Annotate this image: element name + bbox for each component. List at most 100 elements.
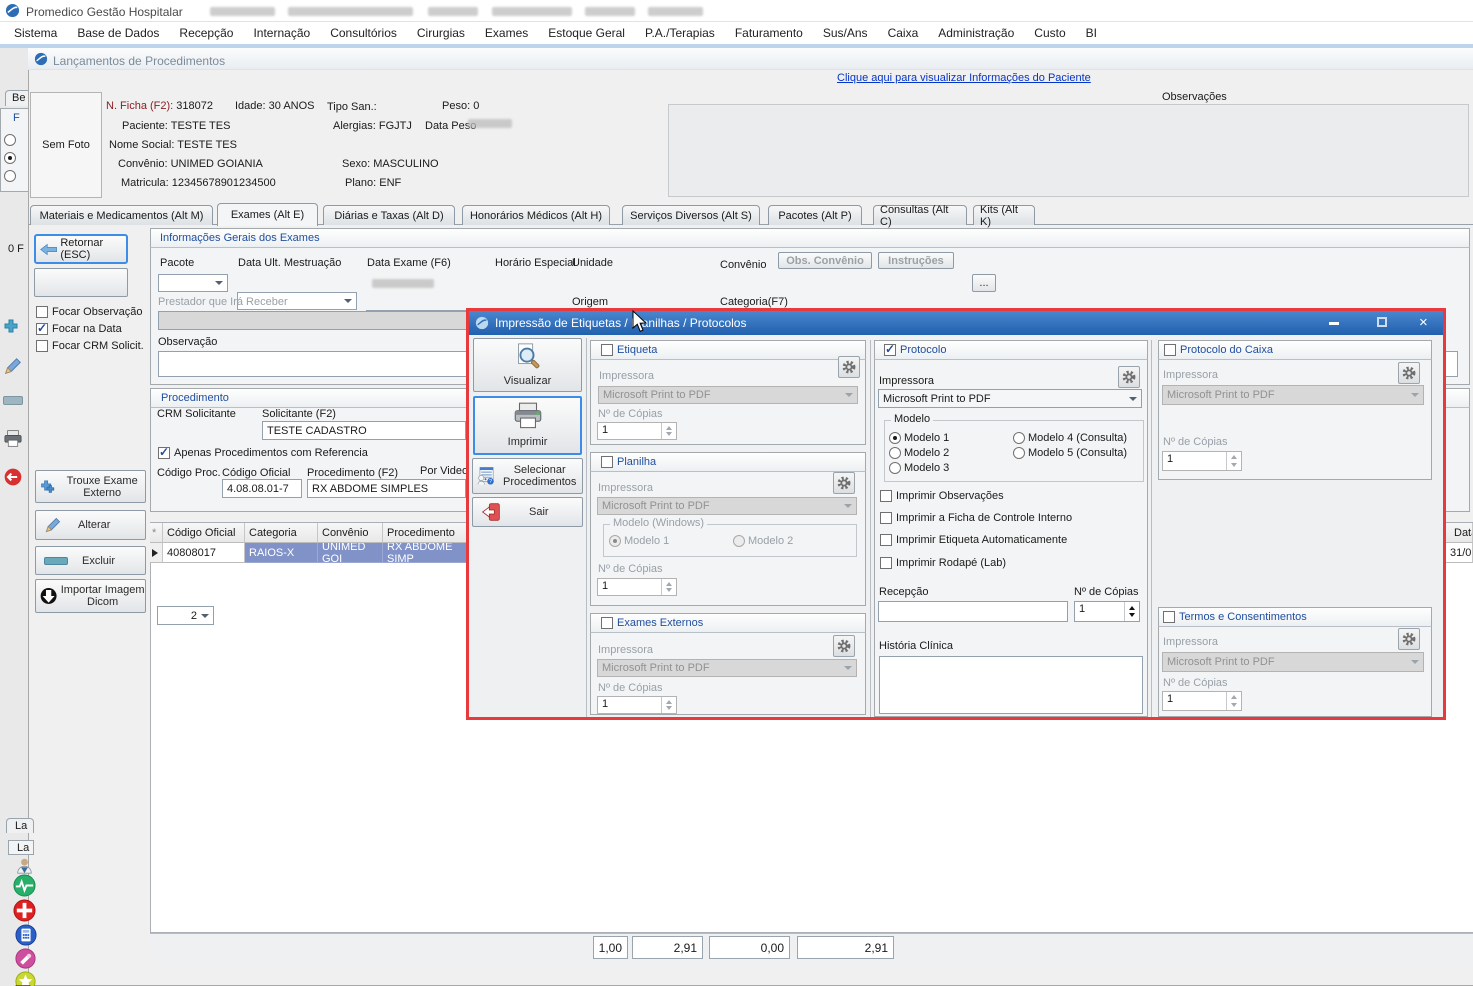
procedimento-field[interactable]: RX ABDOME SIMPLES <box>307 479 466 498</box>
menu-custo[interactable]: Custo <box>1024 22 1075 44</box>
background-printer-icon[interactable] <box>2 430 24 452</box>
apenas-referencia-checkbox[interactable] <box>158 447 170 459</box>
patient-info-link[interactable]: Clique aqui para visualizar Informações … <box>837 72 1091 84</box>
grid-cell-procedimento[interactable]: RX ABDOME SIMP <box>383 543 468 563</box>
protocolo-checkbox[interactable] <box>884 344 896 356</box>
tab-exames[interactable]: Exames (Alt E) <box>217 203 318 226</box>
solicitante-field[interactable]: TESTE CADASTRO <box>262 421 466 440</box>
background-bar-icon[interactable] <box>3 396 23 405</box>
termos-checkbox[interactable] <box>1163 611 1175 623</box>
menu-exames[interactable]: Exames <box>475 22 538 44</box>
menu-pa-terapias[interactable]: P.A./Terapias <box>635 22 725 44</box>
background-radio-2[interactable] <box>4 152 16 164</box>
focar-crm-checkbox[interactable] <box>36 340 48 352</box>
focar-observacao-checkbox[interactable] <box>36 306 48 318</box>
recepcao-field[interactable] <box>878 601 1068 622</box>
codigo-oficial-field[interactable]: 4.08.08.01-7 <box>222 479 302 498</box>
pacote-select[interactable] <box>158 274 228 292</box>
menu-bi[interactable]: BI <box>1076 22 1107 44</box>
grid-cell-convenio[interactable]: UNIMED GOI <box>318 543 383 563</box>
dialog-titlebar[interactable]: Impressão de Etiquetas / Planilhas / Pro… <box>469 311 1443 335</box>
imprimir-button[interactable]: Imprimir <box>473 396 582 455</box>
importar-dicom-button[interactable]: Importar Imagem Dicom <box>35 579 146 613</box>
protocolo-modelo5-radio[interactable] <box>1013 447 1025 459</box>
instrucoes-button[interactable]: Instruções <box>878 252 954 269</box>
background-add-icon[interactable] <box>3 318 23 341</box>
imprimir-rodape-checkbox[interactable] <box>880 557 892 569</box>
grid-select-all-header[interactable]: * <box>150 523 163 543</box>
protocolo-modelo4-radio[interactable] <box>1013 432 1025 444</box>
menu-administracao[interactable]: Administração <box>928 22 1024 44</box>
codigo-proc-select[interactable]: 2 <box>157 606 214 625</box>
grid-header-categoria[interactable]: Categoria <box>245 523 318 543</box>
exames-externos-checkbox[interactable] <box>601 617 613 629</box>
obs-convenio-button[interactable]: Obs. Convênio <box>778 252 872 269</box>
retornar-button[interactable]: Retornar (ESC) <box>34 234 128 264</box>
observacoes-panel[interactable] <box>668 104 1469 197</box>
menu-internacao[interactable]: Internação <box>243 22 320 44</box>
alterar-button[interactable]: Alterar <box>35 510 146 540</box>
menu-faturamento[interactable]: Faturamento <box>725 22 813 44</box>
imprimir-etiqueta-auto-checkbox[interactable] <box>880 534 892 546</box>
visualizar-button[interactable]: Visualizar <box>473 338 582 392</box>
protocolo-caixa-checkbox[interactable] <box>1164 344 1176 356</box>
tab-consultas[interactable]: Consultas (Alt C) <box>873 205 967 225</box>
grid-header-codigo-oficial[interactable]: Código Oficial <box>163 523 245 543</box>
tab-diarias[interactable]: Diárias e Taxas (Alt D) <box>323 205 455 225</box>
imprimir-ficha-checkbox[interactable] <box>880 512 892 524</box>
historia-clinica-textarea[interactable] <box>879 656 1143 714</box>
planilha-modelo2-radio[interactable] <box>733 535 745 547</box>
tab-pacotes[interactable]: Pacotes (Alt P) <box>768 205 862 225</box>
convenio-more-button[interactable]: ... <box>972 274 996 292</box>
background-tab-la1[interactable]: La <box>6 818 34 833</box>
grid-header-data[interactable]: Data <box>1446 523 1473 543</box>
maximize-button[interactable] <box>1377 317 1387 327</box>
exames-externos-printer-settings-button[interactable] <box>833 635 855 657</box>
menu-base-de-dados[interactable]: Base de Dados <box>67 22 169 44</box>
background-emergency-icon[interactable] <box>13 899 36 925</box>
background-radio-3[interactable] <box>4 170 16 182</box>
minimize-button[interactable] <box>1329 322 1339 325</box>
focar-na-data-checkbox[interactable] <box>36 323 48 335</box>
protocolo-caixa-printer-settings-button[interactable] <box>1398 362 1420 384</box>
menu-caixa[interactable]: Caixa <box>878 22 929 44</box>
imprimir-observacoes-checkbox[interactable] <box>880 490 892 502</box>
protocolo-printer-select[interactable]: Microsoft Print to PDF <box>878 389 1142 408</box>
grid-header-procedimento[interactable]: Procedimento <box>383 523 468 543</box>
grid-header-convenio[interactable]: Convênio <box>318 523 383 543</box>
trouxe-exame-button[interactable]: Trouxe Exame Externo <box>35 470 146 503</box>
close-icon[interactable]: × <box>1419 314 1428 331</box>
background-tab-la2[interactable]: La <box>8 840 34 855</box>
menu-recepcao[interactable]: Recepção <box>169 22 243 44</box>
planilha-modelo1-radio[interactable] <box>609 535 621 547</box>
grid-cell-data[interactable]: 31/0 <box>1446 543 1473 563</box>
protocolo-printer-settings-button[interactable] <box>1118 366 1140 388</box>
background-pharmacy-icon[interactable] <box>15 948 36 972</box>
menu-consultorios[interactable]: Consultórios <box>320 22 407 44</box>
protocolo-modelo2-radio[interactable] <box>889 447 901 459</box>
protocolo-modelo3-radio[interactable] <box>889 462 901 474</box>
background-exit-icon[interactable] <box>3 467 23 490</box>
menu-cirurgias[interactable]: Cirurgias <box>407 22 475 44</box>
protocolo-copias-stepper[interactable]: 1 <box>1074 601 1140 622</box>
background-calculator-icon[interactable] <box>15 924 37 949</box>
tab-kits[interactable]: Kits (Alt K) <box>973 205 1035 225</box>
selecionar-procedimentos-button[interactable]: ? Selecionar Procedimentos <box>472 458 583 494</box>
termos-printer-settings-button[interactable] <box>1398 628 1420 650</box>
background-vitals-icon[interactable] <box>13 874 36 900</box>
grid-cell-categoria[interactable]: RAIOS-X <box>245 543 318 563</box>
etiqueta-printer-settings-button[interactable] <box>838 356 860 378</box>
menu-sistema[interactable]: Sistema <box>4 22 67 44</box>
grid-cell-codigo[interactable]: 40808017 <box>163 543 245 563</box>
tab-servicos[interactable]: Serviços Diversos (Alt S) <box>622 205 760 225</box>
background-radio-1[interactable] <box>4 134 16 146</box>
sair-button[interactable]: Sair <box>472 497 583 527</box>
menu-estoque-geral[interactable]: Estoque Geral <box>538 22 635 44</box>
tab-materiais[interactable]: Materiais e Medicamentos (Alt M) <box>30 205 213 225</box>
tab-honorarios[interactable]: Honorários Médicos (Alt H) <box>462 205 610 225</box>
planilha-printer-settings-button[interactable] <box>833 472 855 494</box>
menu-sus-ans[interactable]: Sus/Ans <box>813 22 878 44</box>
excluir-button[interactable]: Excluir <box>35 546 146 575</box>
preparo-button[interactable] <box>34 268 128 297</box>
etiqueta-checkbox[interactable] <box>601 344 613 356</box>
